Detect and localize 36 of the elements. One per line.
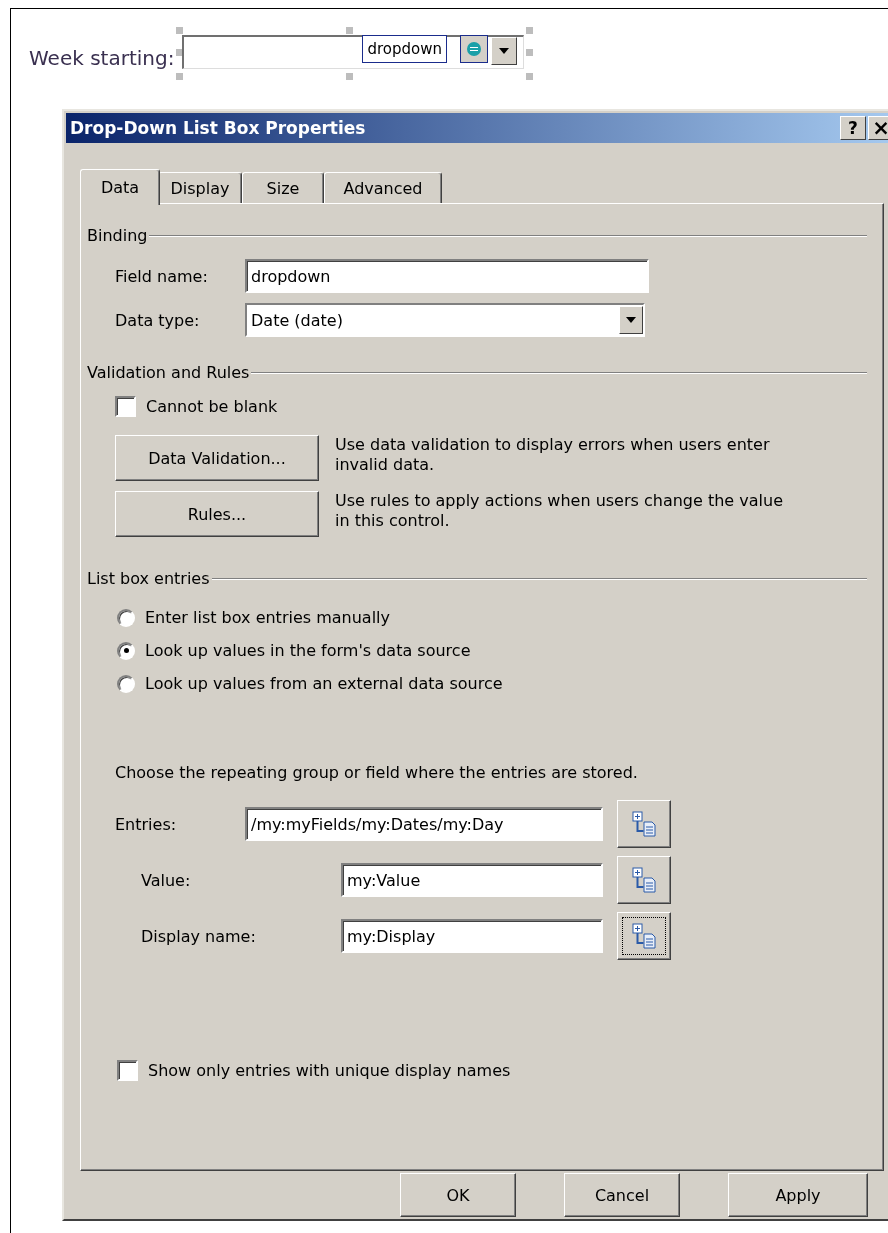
xpath-field[interactable]: my:Value: [341, 863, 603, 897]
action-button[interactable]: Rules...: [115, 491, 319, 537]
close-button[interactable]: ×: [868, 116, 888, 140]
field-label: Data type:: [115, 310, 201, 330]
field-label: Field name:: [115, 266, 209, 286]
group-label: List box entries: [87, 569, 210, 588]
dialog-button[interactable]: Cancel: [564, 1173, 680, 1217]
field-name-input[interactable]: dropdown: [245, 259, 649, 293]
action-description: Use rules to apply actions when users change the value in this control.: [335, 491, 784, 531]
control-tag: dropdown: [362, 35, 447, 63]
dialog-button[interactable]: OK: [400, 1173, 516, 1217]
group-label: Binding: [87, 226, 148, 245]
xpath-field[interactable]: my:Display: [341, 919, 603, 953]
radio-label: Look up values from an external data source: [145, 674, 503, 693]
dialog-button[interactable]: Apply: [728, 1173, 868, 1217]
checkbox-label: Cannot be blank: [146, 397, 278, 416]
data-type-select[interactable]: Date (date): [245, 303, 645, 337]
tab[interactable]: Advanced: [324, 172, 442, 203]
group-label: Validation and Rules: [87, 363, 250, 382]
field-label: Entries:: [115, 814, 178, 834]
field-label: Value:: [141, 870, 192, 890]
action-button[interactable]: Data Validation...: [115, 435, 319, 481]
help-button[interactable]: ?: [840, 116, 866, 140]
instruction-text: Choose the repeating group or field where the entries are stored.: [115, 763, 639, 782]
window-title: Drop-Down List Box Properties: [70, 118, 367, 138]
field-label: Display name:: [141, 926, 257, 946]
xpath-field[interactable]: /my:myFields/my:Dates/my:Day: [245, 807, 603, 841]
tab[interactable]: Data: [80, 169, 160, 205]
radio-label: Look up values in the form's data source: [145, 641, 471, 660]
radio-label: Enter list box entries manually: [145, 608, 390, 627]
tab[interactable]: Display: [158, 172, 242, 203]
checkbox-label: Show only entries with unique display names: [148, 1061, 511, 1080]
field-label: Week starting:: [29, 46, 175, 70]
tab[interactable]: Size: [242, 172, 324, 203]
action-description: Use data validation to display errors when users enter invalid data.: [335, 435, 771, 475]
dropdown-control[interactable]: dropdown: [182, 35, 525, 69]
